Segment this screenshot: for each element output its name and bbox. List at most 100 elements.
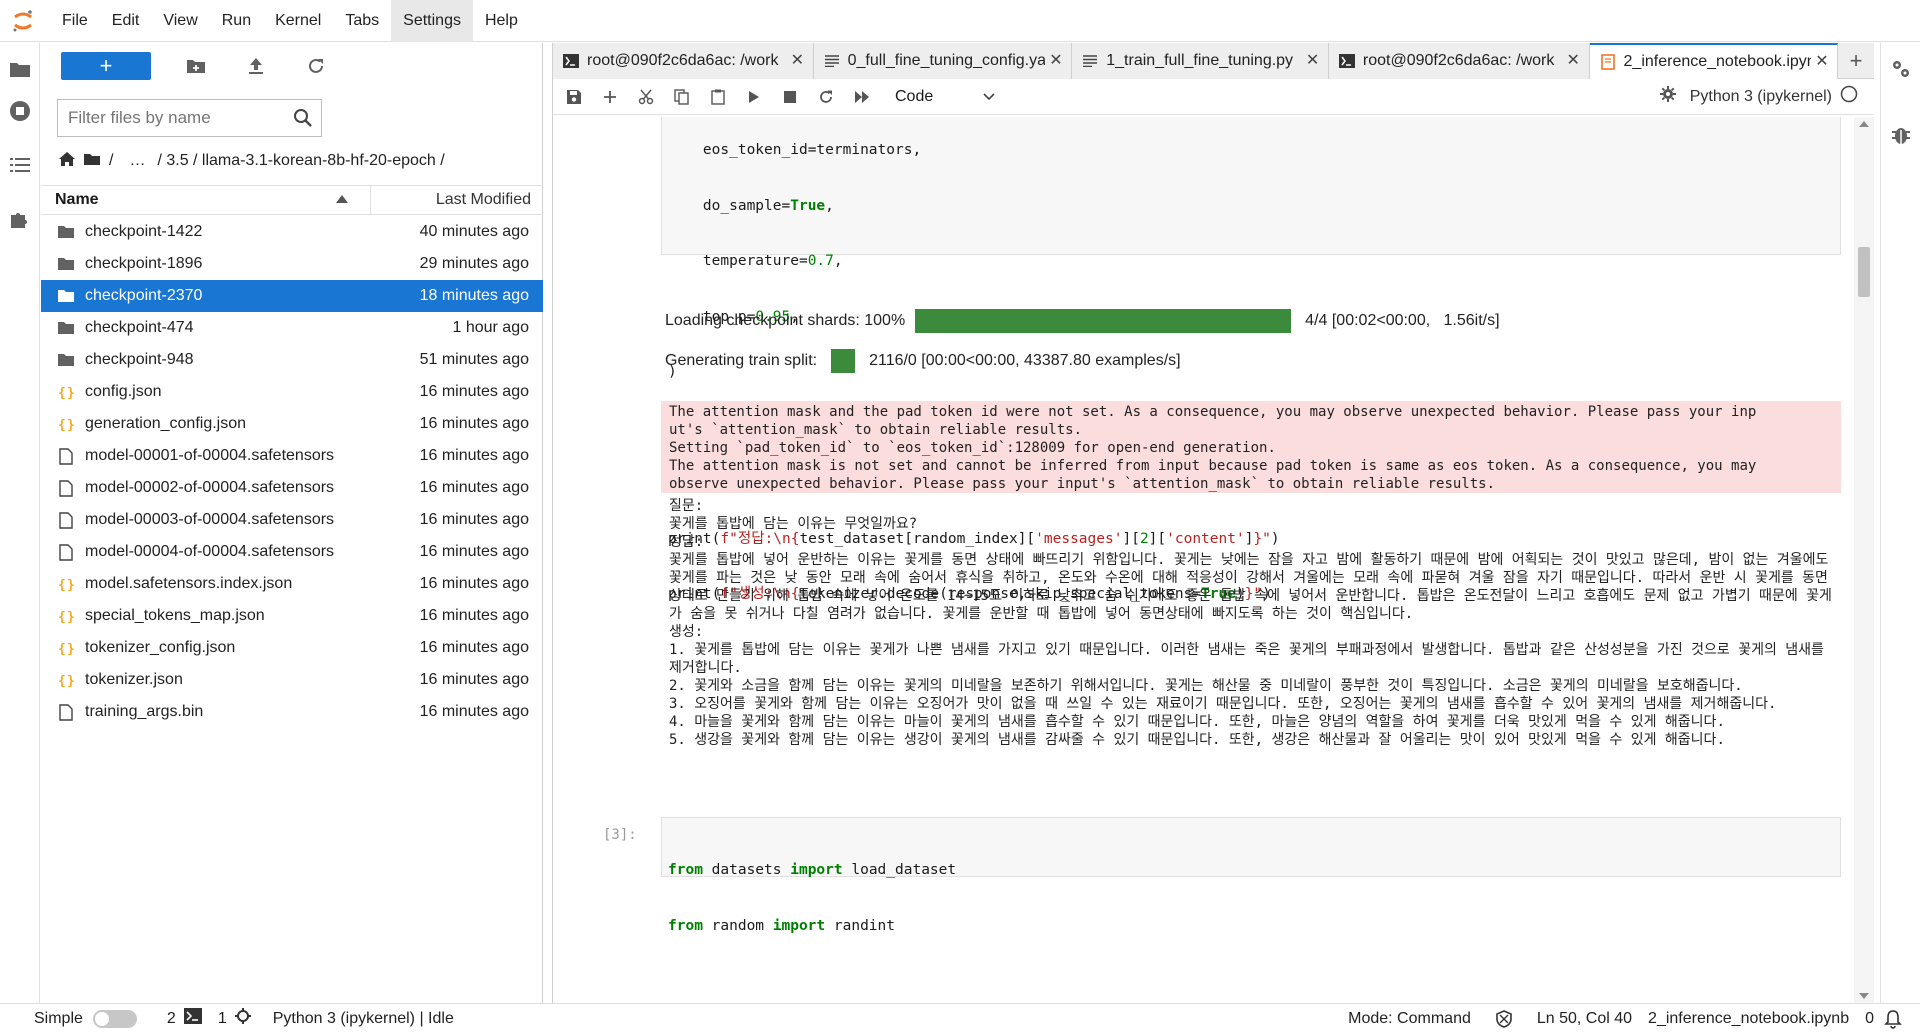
refresh-icon[interactable] bbox=[303, 53, 329, 79]
notebook-scrollbar[interactable] bbox=[1854, 117, 1874, 1003]
cell-type-select[interactable]: Code bbox=[895, 88, 995, 106]
file-row[interactable]: model-00003-of-00004.safetensors 16 minut… bbox=[41, 504, 543, 536]
new-tab-plus-icon[interactable]: + bbox=[1838, 43, 1874, 79]
file-row[interactable]: checkpoint-474 1 hour ago bbox=[41, 312, 543, 344]
lsp-icon[interactable] bbox=[1495, 1009, 1513, 1028]
file-row[interactable]: {} config.json 16 minutes ago bbox=[41, 376, 543, 408]
column-name-header[interactable]: Name bbox=[41, 186, 371, 214]
file-row[interactable]: model-00001-of-00004.safetensors 16 minut… bbox=[41, 440, 543, 472]
paste-icon[interactable] bbox=[707, 86, 729, 108]
file-row[interactable]: {} generation_config.json 16 minutes ago bbox=[41, 408, 543, 440]
file-row[interactable]: training_args.bin 16 minutes ago bbox=[41, 696, 543, 728]
svg-text:{: { bbox=[58, 578, 66, 592]
breadcrumb-folder-icon[interactable] bbox=[83, 152, 101, 171]
file-name: model-00004-of-00004.safetensors bbox=[85, 543, 335, 560]
scroll-down-icon[interactable] bbox=[1859, 993, 1869, 999]
kernel-indicator[interactable]: Python 3 (ipykernel) bbox=[1659, 85, 1858, 108]
save-icon[interactable] bbox=[563, 86, 585, 108]
tab-3[interactable]: 1_train_full_fine_tuning.py ✕ bbox=[1072, 43, 1329, 79]
cut-icon[interactable] bbox=[635, 86, 657, 108]
current-filename: 2_inference_notebook.ipynb bbox=[1648, 1009, 1850, 1027]
file-row[interactable]: {} tokenizer_config.json 16 minutes ago bbox=[41, 632, 543, 664]
file-row[interactable]: checkpoint-1422 40 minutes ago bbox=[41, 216, 543, 248]
menu-file[interactable]: File bbox=[50, 0, 100, 42]
file-row[interactable]: {} special_tokens_map.json 16 minutes ago bbox=[41, 600, 543, 632]
stderr-line: The attention mask is not set and cannot… bbox=[669, 458, 1757, 474]
tab-label: 0_full_fine_tuning_config.ya bbox=[847, 52, 1046, 69]
interrupt-icon[interactable] bbox=[779, 86, 801, 108]
mode-indicator: Mode: Command bbox=[1348, 1009, 1471, 1027]
file-row[interactable]: {} model.safetensors.index.json 16 minutes… bbox=[41, 568, 543, 600]
file-row[interactable]: checkpoint-2370 18 minutes ago bbox=[41, 280, 543, 312]
stdout-output: 질문: 꽃게를 톱밥에 담는 이유는 무엇일까요? 정답: 꽃게를 톱밥에 넣어 운반… bbox=[669, 497, 1839, 749]
menu-help[interactable]: Help bbox=[473, 0, 530, 42]
kernel-status-text[interactable]: Python 3 (ipykernel) | Idle bbox=[273, 1010, 454, 1028]
tab-4[interactable]: root@090f2c6da6ac: /work ✕ bbox=[1328, 43, 1590, 79]
close-icon[interactable]: ✕ bbox=[791, 53, 805, 69]
json-file-icon: {} bbox=[57, 415, 75, 433]
tab-2[interactable]: 0_full_fine_tuning_config.ya ✕ bbox=[813, 43, 1073, 79]
bell-icon[interactable] bbox=[1884, 1009, 1902, 1029]
file-row[interactable]: {} tokenizer.json 16 minutes ago bbox=[41, 664, 543, 696]
menu-kernel[interactable]: Kernel bbox=[263, 0, 333, 42]
kernel-settings-icon[interactable] bbox=[1659, 86, 1676, 107]
running-stop-icon[interactable] bbox=[8, 99, 32, 123]
restart-icon[interactable] bbox=[815, 86, 837, 108]
tab-5[interactable]: 2_inference_notebook.ipyn ✕ bbox=[1589, 43, 1839, 79]
file-row[interactable]: checkpoint-948 51 minutes ago bbox=[41, 344, 543, 376]
file-row[interactable]: model-00004-of-00004.safetensors 16 minut… bbox=[41, 536, 543, 568]
tab-bar: root@090f2c6da6ac: /work ✕ 0_full_fine_tun… bbox=[553, 43, 1874, 79]
scroll-up-icon[interactable] bbox=[1859, 121, 1869, 127]
run-all-icon[interactable] bbox=[851, 86, 873, 108]
copy-icon[interactable] bbox=[671, 86, 693, 108]
file-row[interactable]: checkpoint-1896 29 minutes ago bbox=[41, 248, 543, 280]
close-icon[interactable]: ✕ bbox=[1049, 53, 1063, 69]
menu-view[interactable]: View bbox=[151, 0, 209, 42]
folder-icon[interactable] bbox=[8, 57, 32, 81]
close-icon[interactable]: ✕ bbox=[1567, 53, 1581, 69]
filter-files-input[interactable] bbox=[68, 108, 288, 128]
menu-tabs[interactable]: Tabs bbox=[333, 0, 391, 42]
upload-icon[interactable] bbox=[243, 53, 269, 79]
folder-icon bbox=[57, 255, 75, 273]
code-cell-editor-3[interactable]: from datasets import load_dataset from r… bbox=[661, 817, 1841, 934]
shards-progress-label: Loading checkpoint shards: 100% bbox=[665, 312, 906, 329]
close-icon[interactable]: ✕ bbox=[1306, 53, 1320, 69]
tab-1[interactable]: root@090f2c6da6ac: /work ✕ bbox=[553, 43, 814, 79]
file-modified: 40 minutes ago bbox=[419, 223, 529, 240]
extensions-icon[interactable] bbox=[8, 206, 32, 230]
menu-edit[interactable]: Edit bbox=[100, 0, 152, 42]
simple-mode[interactable]: Simple bbox=[34, 1009, 137, 1028]
table-of-contents-icon[interactable] bbox=[8, 153, 32, 177]
home-icon[interactable] bbox=[59, 151, 75, 171]
breadcrumb-ellipsis[interactable]: … bbox=[129, 152, 145, 170]
new-launcher-button[interactable]: + bbox=[61, 52, 151, 80]
breadcrumb-path[interactable]: / 3.5 / llama-3.1-korean-8b-hf-20-epoch … bbox=[157, 152, 444, 170]
notebook-content[interactable]: eos_token_id=terminators, do_sample=True… bbox=[553, 117, 1853, 1003]
tab-label: root@090f2c6da6ac: /work bbox=[587, 52, 779, 69]
kernels-count-value: 1 bbox=[217, 1009, 227, 1027]
run-icon[interactable] bbox=[743, 86, 765, 108]
code-cell-editor[interactable]: eos_token_id=terminators, do_sample=True… bbox=[661, 117, 1841, 602]
file-row[interactable]: model-00002-of-00004.safetensors 16 minut… bbox=[41, 472, 543, 504]
shards-progress: Loading checkpoint shards: 100% 4/4 [00:… bbox=[665, 309, 1500, 333]
menu-run[interactable]: Run bbox=[210, 0, 263, 42]
cursor-position[interactable]: Ln 50, Col 40 bbox=[1537, 1010, 1632, 1028]
debugger-bug-icon[interactable] bbox=[1889, 123, 1913, 147]
kernel-name[interactable]: Python 3 (ipykernel) bbox=[1690, 88, 1832, 106]
menu-settings[interactable]: Settings bbox=[391, 0, 473, 42]
new-folder-icon[interactable] bbox=[183, 53, 209, 79]
kernels-count[interactable]: 1 bbox=[218, 1008, 251, 1029]
json-file-icon: {} bbox=[57, 671, 75, 689]
scroll-thumb[interactable] bbox=[1858, 247, 1870, 297]
simple-mode-toggle[interactable] bbox=[92, 1009, 137, 1028]
jupyter-logo-icon bbox=[8, 6, 38, 36]
insert-cell-icon[interactable] bbox=[599, 86, 621, 108]
terminals-count[interactable]: 2 bbox=[167, 1008, 202, 1029]
property-inspector-icon[interactable] bbox=[1889, 57, 1913, 81]
json-file-icon: {} bbox=[57, 383, 75, 401]
close-icon[interactable]: ✕ bbox=[1815, 54, 1829, 70]
file-name: checkpoint-2370 bbox=[85, 287, 203, 304]
column-modified-header[interactable]: Last Modified bbox=[371, 191, 543, 209]
file-name: model-00002-of-00004.safetensors bbox=[85, 479, 335, 496]
